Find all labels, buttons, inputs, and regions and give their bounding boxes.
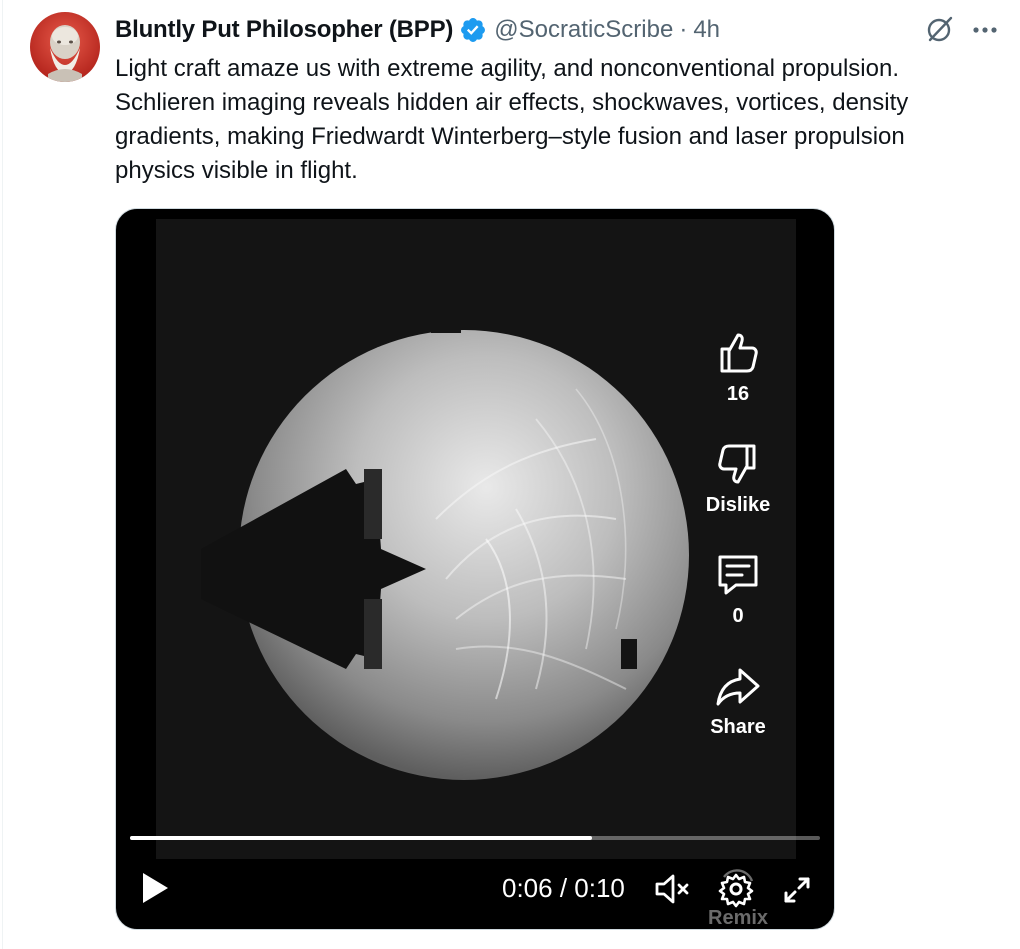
video-side-actions: 16 Dislike 0 Share	[686, 329, 790, 739]
display-name[interactable]: Bluntly Put Philosopher (BPP)	[115, 16, 453, 44]
dislike-label: Dislike	[705, 494, 771, 516]
video-player[interactable]: 16 Dislike 0 Share 0:06 / 0:10 Remix	[115, 208, 835, 930]
mute-icon[interactable]	[654, 873, 690, 905]
comment-icon	[718, 555, 758, 595]
play-icon[interactable]	[140, 871, 170, 905]
post-header: Bluntly Put Philosopher (BPP) @SocraticS…	[115, 12, 1000, 48]
share-label: Share	[710, 716, 766, 738]
time-display: 0:06 / 0:10	[502, 873, 625, 903]
post-timestamp[interactable]: 4h	[693, 16, 720, 44]
like-button[interactable]: 16	[686, 329, 790, 406]
progress-fill	[130, 836, 593, 840]
gear-icon[interactable]	[716, 869, 756, 909]
header-actions	[924, 12, 1000, 48]
thumbs-down-icon	[718, 444, 756, 484]
thumbs-up-icon	[720, 333, 758, 373]
comment-count: 0	[732, 605, 744, 627]
like-count: 16	[726, 383, 750, 405]
share-icon	[716, 668, 760, 706]
user-handle[interactable]: @SocraticScribe	[494, 16, 673, 44]
video-controls: 0:06 / 0:10 Remix	[116, 859, 834, 929]
more-icon[interactable]	[970, 15, 1000, 45]
timeline-border	[2, 0, 3, 949]
verified-badge-icon[interactable]	[459, 16, 487, 44]
progress-bar[interactable]	[130, 836, 820, 840]
comment-button[interactable]: 0	[686, 551, 790, 628]
grok-icon[interactable]	[924, 15, 954, 45]
post-text: Light craft amaze us with extreme agilit…	[115, 55, 909, 184]
remix-label[interactable]: Remix	[708, 907, 768, 929]
share-button[interactable]: Share	[686, 662, 790, 739]
dislike-button[interactable]: Dislike	[686, 440, 790, 517]
separator-dot: ·	[679, 16, 688, 43]
expand-icon[interactable]	[782, 875, 812, 905]
avatar[interactable]	[30, 12, 100, 82]
